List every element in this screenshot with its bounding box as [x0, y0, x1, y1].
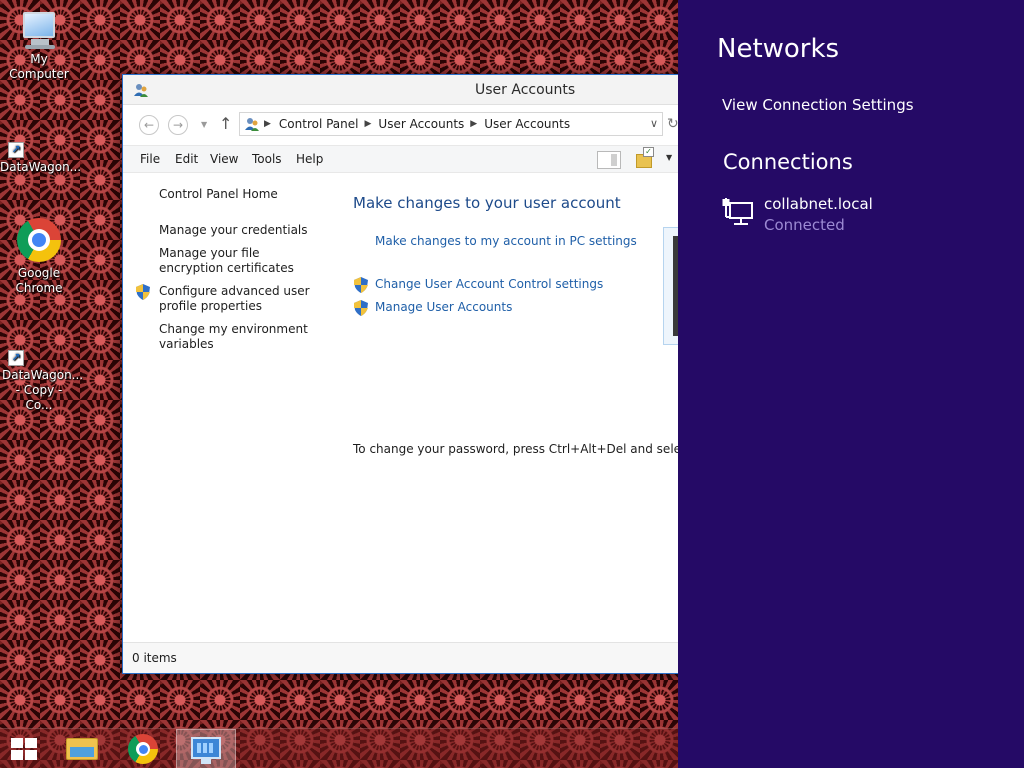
networks-charm-panel: Networks View Connection Settings Connec…: [678, 0, 1024, 768]
menu-help[interactable]: Help: [296, 152, 323, 166]
taskbar: [0, 728, 678, 768]
address-bar[interactable]: ▶ Control Panel ▶ User Accounts ▶ User A…: [239, 112, 663, 136]
file-explorer-icon: [66, 738, 98, 760]
start-button[interactable]: [0, 729, 60, 768]
shield-icon: [354, 300, 368, 316]
control-panel-home-link[interactable]: Control Panel Home: [159, 187, 327, 202]
environment-variables-link[interactable]: Change my environment variables: [159, 322, 327, 352]
shield-icon: [354, 277, 368, 293]
back-arrow-icon: ←: [143, 118, 155, 132]
connection-status: Connected: [764, 216, 845, 234]
item-count: 0 items: [132, 651, 177, 665]
shield-icon: [136, 284, 150, 300]
recent-locations-dropdown[interactable]: ▼: [201, 115, 207, 135]
forward-button[interactable]: →: [168, 115, 188, 135]
chrome-icon: [17, 218, 61, 262]
back-button[interactable]: ←: [139, 115, 159, 135]
main-content-pane: Make changes to your user account Make c…: [333, 174, 683, 642]
windows-logo-icon: [11, 738, 38, 760]
up-button[interactable]: ↑: [219, 115, 232, 133]
breadcrumb-user-accounts[interactable]: User Accounts: [378, 117, 464, 131]
taskbar-file-explorer[interactable]: [52, 729, 112, 768]
control-panel-icon: [191, 737, 221, 759]
window-title: User Accounts: [475, 82, 576, 98]
password-instructions: To change your password, press Ctrl+Alt+…: [353, 442, 683, 456]
chrome-icon: [128, 734, 158, 764]
menu-tools[interactable]: Tools: [252, 152, 282, 166]
desktop-icon-label: DataWagon...: [0, 160, 82, 174]
title-bar[interactable]: User Accounts: [123, 75, 683, 105]
advanced-profile-properties-link[interactable]: Configure advanced user profile properti…: [159, 284, 327, 314]
desktop-icon-datawagon-copy[interactable]: ↗ DataWagon... - Copy - Co...: [0, 350, 84, 413]
connection-name: collabnet.local: [764, 195, 873, 213]
preview-pane-button[interactable]: [597, 151, 621, 169]
manage-credentials-link[interactable]: Manage your credentials: [159, 223, 327, 238]
menu-bar: File Edit View Tools Help ✓ ▼: [123, 145, 683, 173]
connections-heading: Connections: [723, 150, 853, 174]
uac-settings-link[interactable]: Change User Account Control settings: [375, 277, 603, 291]
manage-encryption-certificates-link[interactable]: Manage your file encryption certificates: [159, 246, 327, 276]
shortcut-arrow-icon: ↗: [8, 350, 26, 368]
user-accounts-window: User Accounts ← → ▼ ↑ ▶ Control Panel ▶ …: [122, 74, 684, 674]
view-connection-settings-link[interactable]: View Connection Settings: [722, 96, 914, 114]
folder-options-button[interactable]: ✓: [635, 147, 655, 169]
desktop-icon-my-computer[interactable]: My Computer: [0, 8, 78, 82]
desktop-icon-label: Google Chrome: [15, 266, 63, 295]
forward-arrow-icon: →: [172, 118, 184, 132]
breadcrumb-control-panel[interactable]: Control Panel: [279, 117, 359, 131]
network-connection-item[interactable]: collabnet.local Connected: [722, 194, 1002, 238]
menu-edit[interactable]: Edit: [175, 152, 198, 166]
chevron-right-icon[interactable]: ▶: [365, 119, 372, 129]
desktop-icon-datawagon[interactable]: ↗ DataWagon...: [0, 142, 82, 175]
shortcut-arrow-icon: ↗: [8, 142, 26, 160]
desktop-icon-label: DataWagon... - Copy - Co...: [2, 368, 84, 412]
chevron-right-icon[interactable]: ▶: [470, 119, 477, 129]
up-arrow-icon: ↑: [219, 114, 233, 133]
menu-file[interactable]: File: [140, 152, 160, 166]
user-accounts-icon: [245, 118, 259, 131]
page-heading: Make changes to your user account: [353, 194, 621, 212]
networks-title: Networks: [717, 34, 840, 64]
breadcrumb-user-accounts-current[interactable]: User Accounts: [484, 117, 570, 131]
status-bar: 0 items: [123, 642, 683, 673]
checkmark-icon: ✓: [643, 147, 654, 157]
desktop-icon-google-chrome[interactable]: Google Chrome: [0, 218, 78, 296]
desktop-icon-label: My Computer: [9, 52, 69, 81]
taskbar-google-chrome[interactable]: [114, 729, 174, 768]
computer-icon: [19, 8, 59, 52]
breadcrumb: ▶ Control Panel ▶ User Accounts ▶ User A…: [264, 113, 570, 135]
chevron-right-icon[interactable]: ▶: [264, 119, 271, 129]
left-navigation-pane: Control Panel Home Manage your credentia…: [123, 174, 333, 642]
chevron-down-icon[interactable]: ▼: [666, 153, 672, 162]
user-accounts-icon: [134, 84, 148, 97]
menu-view[interactable]: View: [210, 152, 238, 166]
manage-user-accounts-link[interactable]: Manage User Accounts: [375, 300, 512, 314]
pc-settings-link[interactable]: Make changes to my account in PC setting…: [375, 234, 637, 248]
chevron-down-icon[interactable]: ∨: [650, 113, 658, 135]
refresh-icon[interactable]: ↻: [667, 115, 679, 133]
taskbar-control-panel[interactable]: [176, 729, 236, 768]
wired-network-icon: [722, 198, 753, 225]
